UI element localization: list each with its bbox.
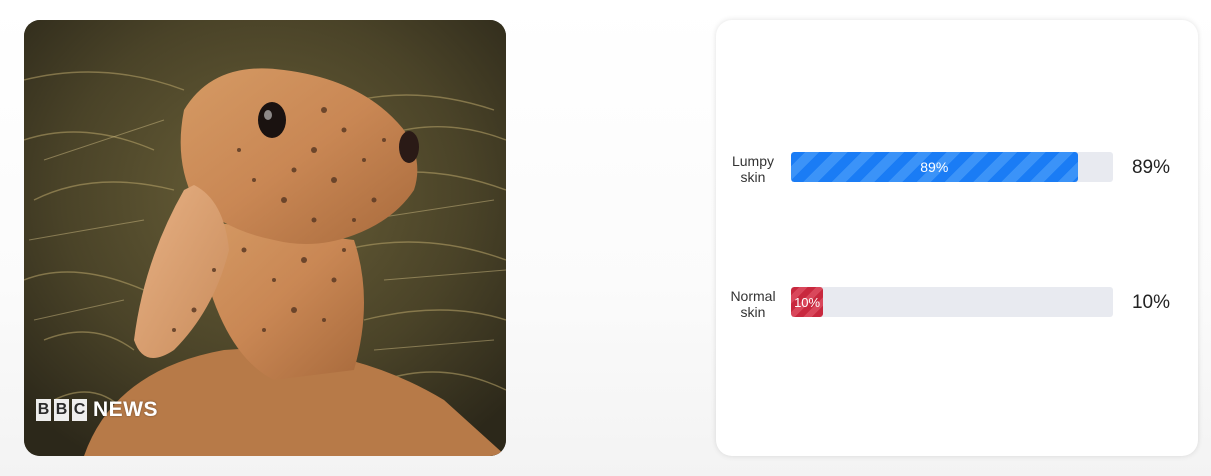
result-percent: 89% — [1131, 157, 1171, 178]
result-percent: 10% — [1131, 292, 1171, 313]
option-label: Normal skin — [716, 288, 790, 320]
option-label-line2: skin — [740, 169, 766, 185]
calf-image — [24, 20, 506, 456]
bbc-news-watermark: B B C NEWS — [36, 398, 158, 422]
bbc-news-text: NEWS — [93, 398, 158, 421]
option-label-line1: Lumpy — [731, 153, 775, 169]
poll-results-card: Lumpy skin 89% 89% Normal skin 10% 10% — [716, 20, 1198, 456]
result-bar-track: 89% — [791, 152, 1113, 182]
option-label-line2: skin — [740, 304, 766, 320]
result-bar-fill: 89% — [791, 152, 1078, 182]
calf-photo: B B C NEWS — [24, 20, 506, 456]
option-label: Lumpy skin — [716, 153, 790, 185]
result-bar-fill: 10% — [791, 287, 824, 317]
bbc-letter-b2: B — [54, 399, 69, 421]
bbc-letter-b1: B — [36, 399, 51, 421]
option-label-line1: Normal — [730, 288, 776, 304]
bbc-letter-c: C — [72, 399, 87, 421]
result-bar-percent: 10% — [794, 294, 821, 310]
result-bar-track: 10% — [791, 287, 1113, 317]
poll-option-normal-skin[interactable]: Normal skin 10% 10% — [716, 275, 1198, 335]
poll-option-lumpy-skin[interactable]: Lumpy skin 89% 89% — [716, 140, 1198, 200]
result-bar-percent: 89% — [920, 159, 949, 175]
